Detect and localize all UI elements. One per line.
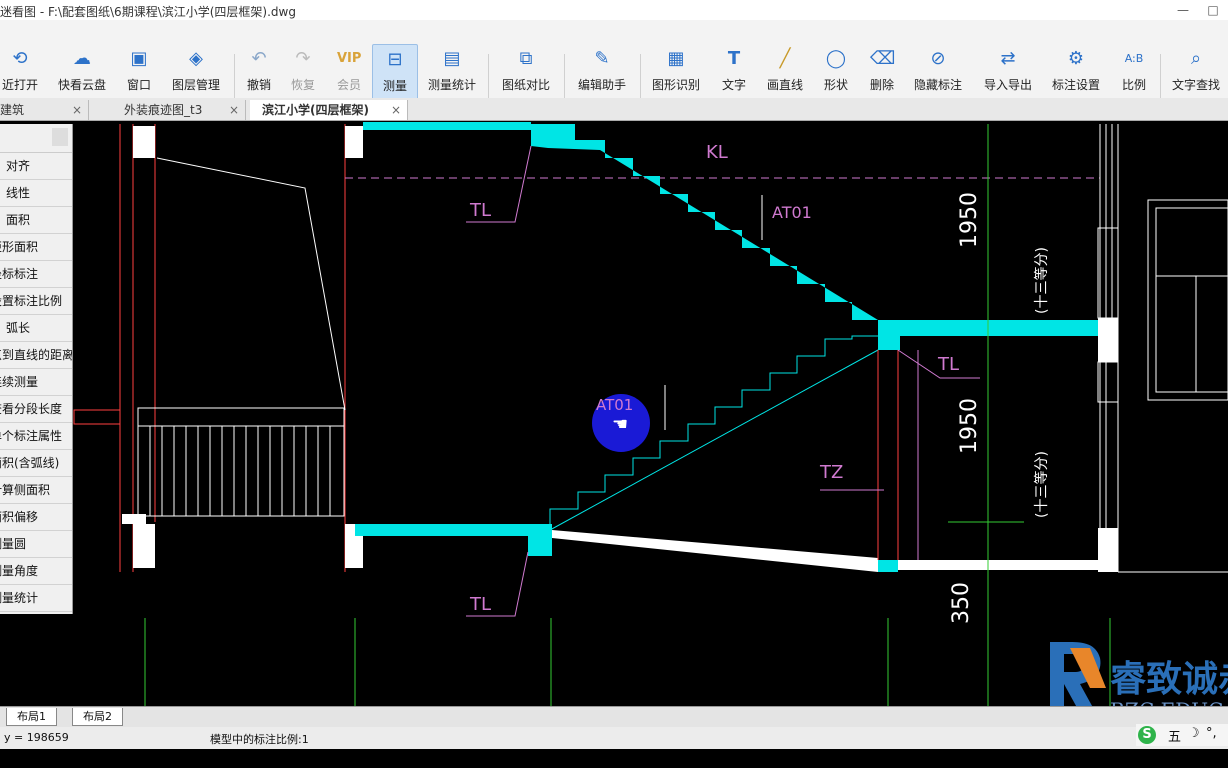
measure-icon: ⊟ [387, 49, 403, 70]
punctuation-icon: °, [1206, 726, 1217, 741]
import-export-icon: ⇄ [1000, 48, 1016, 69]
brand-name: 睿致诚赤 [1110, 658, 1228, 700]
hand-cursor-icon: ☚ [612, 414, 628, 435]
tab-binjiang-school[interactable]: 滨江小学(四层框架) × [250, 100, 408, 120]
menu-measure-angle[interactable]: 测量角度 [0, 558, 72, 585]
close-icon[interactable]: × [229, 100, 239, 120]
dimension-350: 350 [949, 582, 974, 624]
close-icon[interactable]: × [72, 100, 82, 120]
title-bar: 迷看图 - F:\配套图纸\6期课程\滨江小学(四层框架).dwg — □ [0, 0, 1228, 21]
sogou-icon: S [1138, 726, 1156, 744]
dimension-1950-lower: 1950 [957, 398, 982, 454]
redo-icon: ↷ [295, 48, 311, 69]
menu-measure-circle[interactable]: 测量圆 [0, 531, 72, 558]
window-title: 迷看图 - F:\配套图纸\6期课程\滨江小学(四层框架).dwg [0, 5, 296, 19]
ime-bar[interactable]: S 五 ☽ °, [1136, 724, 1228, 746]
tl-label-top: TL [469, 200, 491, 221]
tz-label: TZ [819, 462, 843, 483]
menu-coordinate[interactable]: 坐标标注 [0, 261, 72, 288]
layout-tabs: 布局1 布局2 [0, 706, 1228, 727]
settings-icon: ⚙ [1067, 48, 1085, 69]
measure-side-panel: 对齐 线性 面积 矩形面积 坐标标注 设置标注比例 弧长 点到直线的距离 连续测… [0, 124, 73, 614]
drawing-canvas[interactable]: KL TL TL TL AT01 TZ 1950 1950 350 (十三等分)… [72, 122, 1228, 706]
at01-label-upper: AT01 [772, 203, 812, 222]
annotation-scale: 模型中的标注比例:1 [210, 733, 309, 746]
menu-measure-stats[interactable]: 测量统计 [0, 585, 72, 612]
document-tabs: 建筑 × 外装痕迹图_t3 × 滨江小学(四层框架) × [0, 98, 1228, 121]
line-icon: ╱ [779, 48, 791, 69]
ime-mode: 五 [1168, 730, 1182, 745]
menu-area-arc[interactable]: 面积(含弧线) [0, 450, 72, 477]
menu-align[interactable]: 对齐 [0, 153, 72, 180]
minimize-button[interactable]: — [1168, 0, 1198, 20]
screen-bottom-border [0, 749, 1228, 768]
coordinate-readout: y = 198659 [4, 731, 69, 744]
menu-segment-length[interactable]: 查看分段长度 [0, 396, 72, 423]
shape-recognize-icon: ▦ [667, 48, 685, 69]
main-toolbar: ⟲ 近打开 ☁ 快看云盘 ▣ 窗口 ◈ 图层管理 ↶ 撤销 ↷ 恢复 VIP 会… [0, 20, 1228, 116]
eye-hide-icon: ⊘ [930, 48, 946, 69]
menu-set-scale[interactable]: 设置标注比例 [0, 288, 72, 315]
cloud-icon: ☁ [73, 48, 91, 69]
tab-layout2[interactable]: 布局2 [72, 708, 123, 726]
close-icon[interactable]: × [391, 100, 401, 120]
tab-layout1[interactable]: 布局1 [6, 708, 57, 726]
edit-assist-icon: ✎ [594, 48, 610, 69]
layers-icon: ◈ [189, 48, 203, 69]
clock-icon: ⟲ [12, 48, 28, 69]
shape-icon: ◯ [825, 48, 847, 69]
dimension-1950-upper: 1950 [957, 192, 982, 248]
menu-point-line-distance[interactable]: 点到直线的距离 [0, 342, 72, 369]
compare-icon: ⧉ [519, 48, 533, 69]
tl-label-bottom: TL [469, 594, 491, 615]
menu-rect-area[interactable]: 矩形面积 [0, 234, 72, 261]
menu-arc-length[interactable]: 弧长 [0, 315, 72, 342]
thirteen-equal-note-upper: (十三等分) [1033, 247, 1050, 314]
menu-side-area[interactable]: 计算侧面积 [0, 477, 72, 504]
measure-stats-icon: ▤ [443, 48, 461, 69]
undo-icon: ↶ [251, 48, 267, 69]
menu-area-offset[interactable]: 面积偏移 [0, 504, 72, 531]
at01-label-lower: AT01 [596, 396, 633, 414]
kl-label: KL [706, 142, 728, 163]
tab-exterior-trace[interactable]: 外装痕迹图_t3 × [90, 100, 246, 120]
status-bar: y = 198659 模型中的标注比例:1 [0, 727, 1228, 749]
window-icon: ▣ [130, 48, 148, 69]
menu-continuous-measure[interactable]: 连续测量 [0, 369, 72, 396]
tab-architecture[interactable]: 建筑 × [0, 100, 89, 120]
menu-annotation-property[interactable]: 单个标注属性 [0, 423, 72, 450]
text-search-icon: ⌕ [1190, 48, 1202, 69]
menu-area[interactable]: 面积 [0, 207, 72, 234]
menu-linear[interactable]: 线性 [0, 180, 72, 207]
vip-icon: VIP [337, 51, 362, 66]
scale-icon: A:B [1124, 52, 1144, 65]
panel-header [0, 124, 72, 153]
eraser-icon: ⌫ [870, 48, 896, 69]
moon-icon: ☽ [1188, 726, 1200, 741]
maximize-button[interactable]: □ [1198, 0, 1228, 20]
thirteen-equal-note-lower: (十三等分) [1033, 451, 1050, 518]
text-icon: T [727, 48, 741, 69]
panel-handle[interactable] [52, 128, 68, 146]
tl-label-right: TL [937, 354, 959, 375]
